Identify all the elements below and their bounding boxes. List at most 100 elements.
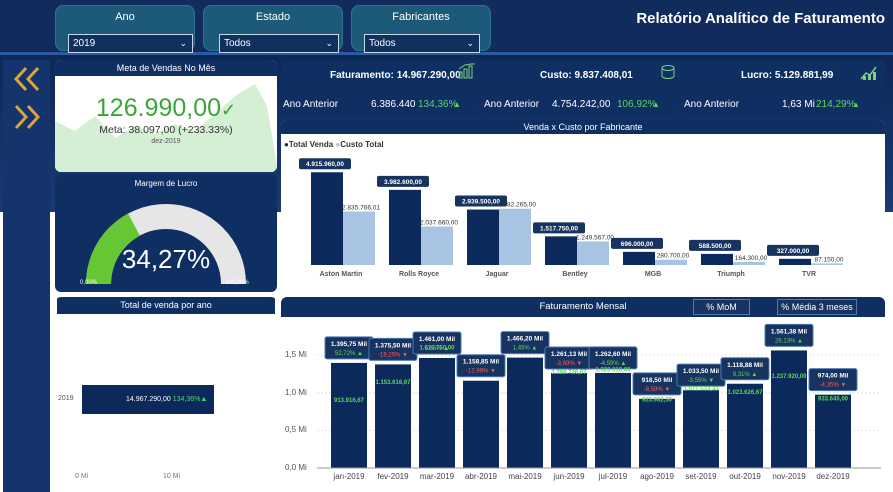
fab-title: Venda x Custo por Fabricante <box>281 120 885 134</box>
kpi-prev-faturamento: Ano Anterior 6.386.440 134,36% ▲ <box>281 93 479 117</box>
chevron-down-icon: ⌄ <box>466 38 474 48</box>
fab-bar-custo <box>811 263 843 265</box>
kpi-lucro: Lucro: 5.129.881,99 <box>741 70 833 81</box>
mensal-category-label: fev-2019 <box>377 472 409 481</box>
filter-ano-select[interactable]: 2019 ⌄ <box>68 34 193 53</box>
fab-label-venda: 4.915.960,00 <box>306 161 344 168</box>
fab-category-label: MGB <box>645 271 661 278</box>
fab-label-custo: 2.982.265,00 <box>498 202 536 209</box>
kpi-prev-value: 4.754.242,00 <box>552 99 611 110</box>
fab-category-label: Aston Martin <box>320 271 363 278</box>
up-arrow-icon: ▲ <box>652 100 660 109</box>
fab-label-custo: 164.300,00 <box>735 255 768 262</box>
fab-bar-custo <box>499 208 531 265</box>
meta-card-title: Meta de Vendas No Mês <box>55 60 277 76</box>
mensal-category-label: jan-2019 <box>332 472 365 481</box>
kpi-prev-value: 1,63 Mi <box>782 99 815 110</box>
mensal-category-label: jul-2019 <box>598 472 628 481</box>
meta-value: 126.990,00 <box>95 94 222 122</box>
mensal-value-label: 1.561,38 Mil <box>771 328 807 335</box>
ano-xtick-0: 0 Mi <box>75 473 89 480</box>
mensal-mom-label: 1,45% ▲ <box>513 346 538 352</box>
left-nav <box>3 60 50 492</box>
mensal-category-label: abr-2019 <box>465 472 498 481</box>
mensal-category-label: set-2019 <box>685 472 717 481</box>
kpi-prev-custo: Ano Anterior 4.754.242,00 106,92% ▲ <box>482 93 678 117</box>
mensal-value-label: 974,00 Mil <box>818 373 849 380</box>
margem-card: Margem de Lucro 34,27% 0,00% 100,00% <box>55 174 277 292</box>
mensal-mom-label: 52,72% ▲ <box>335 351 363 357</box>
kpi-custo-label: Custo: <box>540 70 572 81</box>
up-arrow-icon: ▲ <box>852 100 860 109</box>
check-icon: ✓ <box>221 100 237 120</box>
mensal-bar <box>815 394 851 468</box>
filter-ano: Ano 2019 ⌄ <box>55 5 195 53</box>
mensal-bar <box>727 383 763 468</box>
mensal-value-label: 1.375,50 Mil <box>375 342 411 349</box>
mensal-media3-label: 1.071.533,33 <box>683 386 719 392</box>
up-arrow-icon: ▲ <box>453 100 461 109</box>
kpi-prev-label: Ano Anterior <box>283 99 339 110</box>
report-title: Relatório Analítico de Faturamento <box>636 10 885 27</box>
ano-xtick-1: 10 Mi <box>163 473 181 480</box>
filter-estado-select[interactable]: Todos ⌄ <box>219 34 339 53</box>
meta-value-row: 126.990,00✓ <box>55 94 277 123</box>
fab-label-venda: 1.517.750,00 <box>540 225 578 232</box>
fab-bar-custo <box>577 241 609 265</box>
mom-button[interactable]: % MoM <box>693 299 750 315</box>
filter-fabricantes-label: Fabricantes <box>392 11 450 23</box>
mensal-media3-label: 1.610.750,00 <box>419 346 455 352</box>
mensal-value-label: 1.158,85 Mil <box>463 359 499 366</box>
kpi-prev-change: 106,92% <box>617 99 657 110</box>
fab-label-custo: 2.835.766,01 <box>342 204 380 211</box>
fab-bar-venda <box>545 236 577 265</box>
fab-label-venda: 2.939.500,00 <box>462 199 500 206</box>
mensal-bar <box>771 350 807 468</box>
mensal-category-label: out-2019 <box>729 472 761 481</box>
fab-label-venda: 588.500,00 <box>699 243 732 250</box>
margem-gauge <box>86 204 246 284</box>
filter-fabricantes: Fabricantes Todos ⌄ <box>351 5 491 53</box>
chevron-down-icon: ⌄ <box>325 38 333 48</box>
double-chevron-left-icon[interactable] <box>11 66 43 92</box>
mensal-category-label: jun-2019 <box>552 472 585 481</box>
mensal-media3-label: 923.982,50 <box>642 397 673 403</box>
fab-category-label: Rolls Royce <box>399 271 439 278</box>
fab-label-venda: 696.000,00 <box>621 241 654 248</box>
fab-bar-venda <box>779 258 811 265</box>
mensal-value-label: 1.261,13 Mil <box>551 351 587 358</box>
fab-chart: 4.915.960,00 2.835.766,01 Aston Martin 3.98… <box>299 158 844 278</box>
fab-bar-venda <box>623 251 655 265</box>
mensal-mom-label: -12,99% ▼ <box>466 369 496 375</box>
filter-fabricantes-select[interactable]: Todos ⌄ <box>364 34 480 53</box>
fab-bar-venda <box>701 253 733 265</box>
double-chevron-right-icon[interactable] <box>11 104 43 130</box>
mensal-media3-label: 913.916,67 <box>334 398 365 404</box>
kpi-prev-change: 134,36% <box>418 99 458 110</box>
media-3-meses-button[interactable]: % Média 3 meses <box>777 299 857 315</box>
mensal-media3-label: 1.288.726,67 <box>551 370 587 376</box>
fab-bar-venda <box>311 172 343 265</box>
fab-category-label: Jaguar <box>486 271 509 278</box>
filter-ano-value: 2019 <box>73 38 96 49</box>
kpi-faturamento-value: 14.967.290,00 <box>396 70 461 81</box>
fab-label-custo: 1.249.567,00 <box>576 234 614 241</box>
bar-chart-icon <box>458 63 476 84</box>
mensal-bar <box>419 357 455 468</box>
mensal-value-label: 1.262,60 Mil <box>595 351 631 358</box>
fab-bar-custo <box>655 259 687 265</box>
mensal-media3-label: 1.323.310,00 <box>595 367 631 373</box>
filter-estado-value: Todos <box>224 38 251 49</box>
fab-label-venda: 327.000,00 <box>777 248 810 255</box>
fab-bar-venda <box>467 209 499 265</box>
fab-label-venda: 3.982.600,00 <box>384 179 422 186</box>
fab-category-label: Bentley <box>562 271 587 278</box>
ano-bar-change: 134,36% <box>172 396 201 403</box>
margem-max: 100,00% <box>225 280 249 286</box>
fab-label-custo: 2.037.660,00 <box>420 220 458 227</box>
mensal-mom-label: 26,13% ▲ <box>775 338 803 344</box>
mensal-mom-label: -3,69% ▼ <box>556 361 583 367</box>
mensal-category-label: mai-2019 <box>508 472 542 481</box>
fab-bar-custo <box>733 261 765 265</box>
margem-title: Margem de Lucro <box>134 179 198 188</box>
